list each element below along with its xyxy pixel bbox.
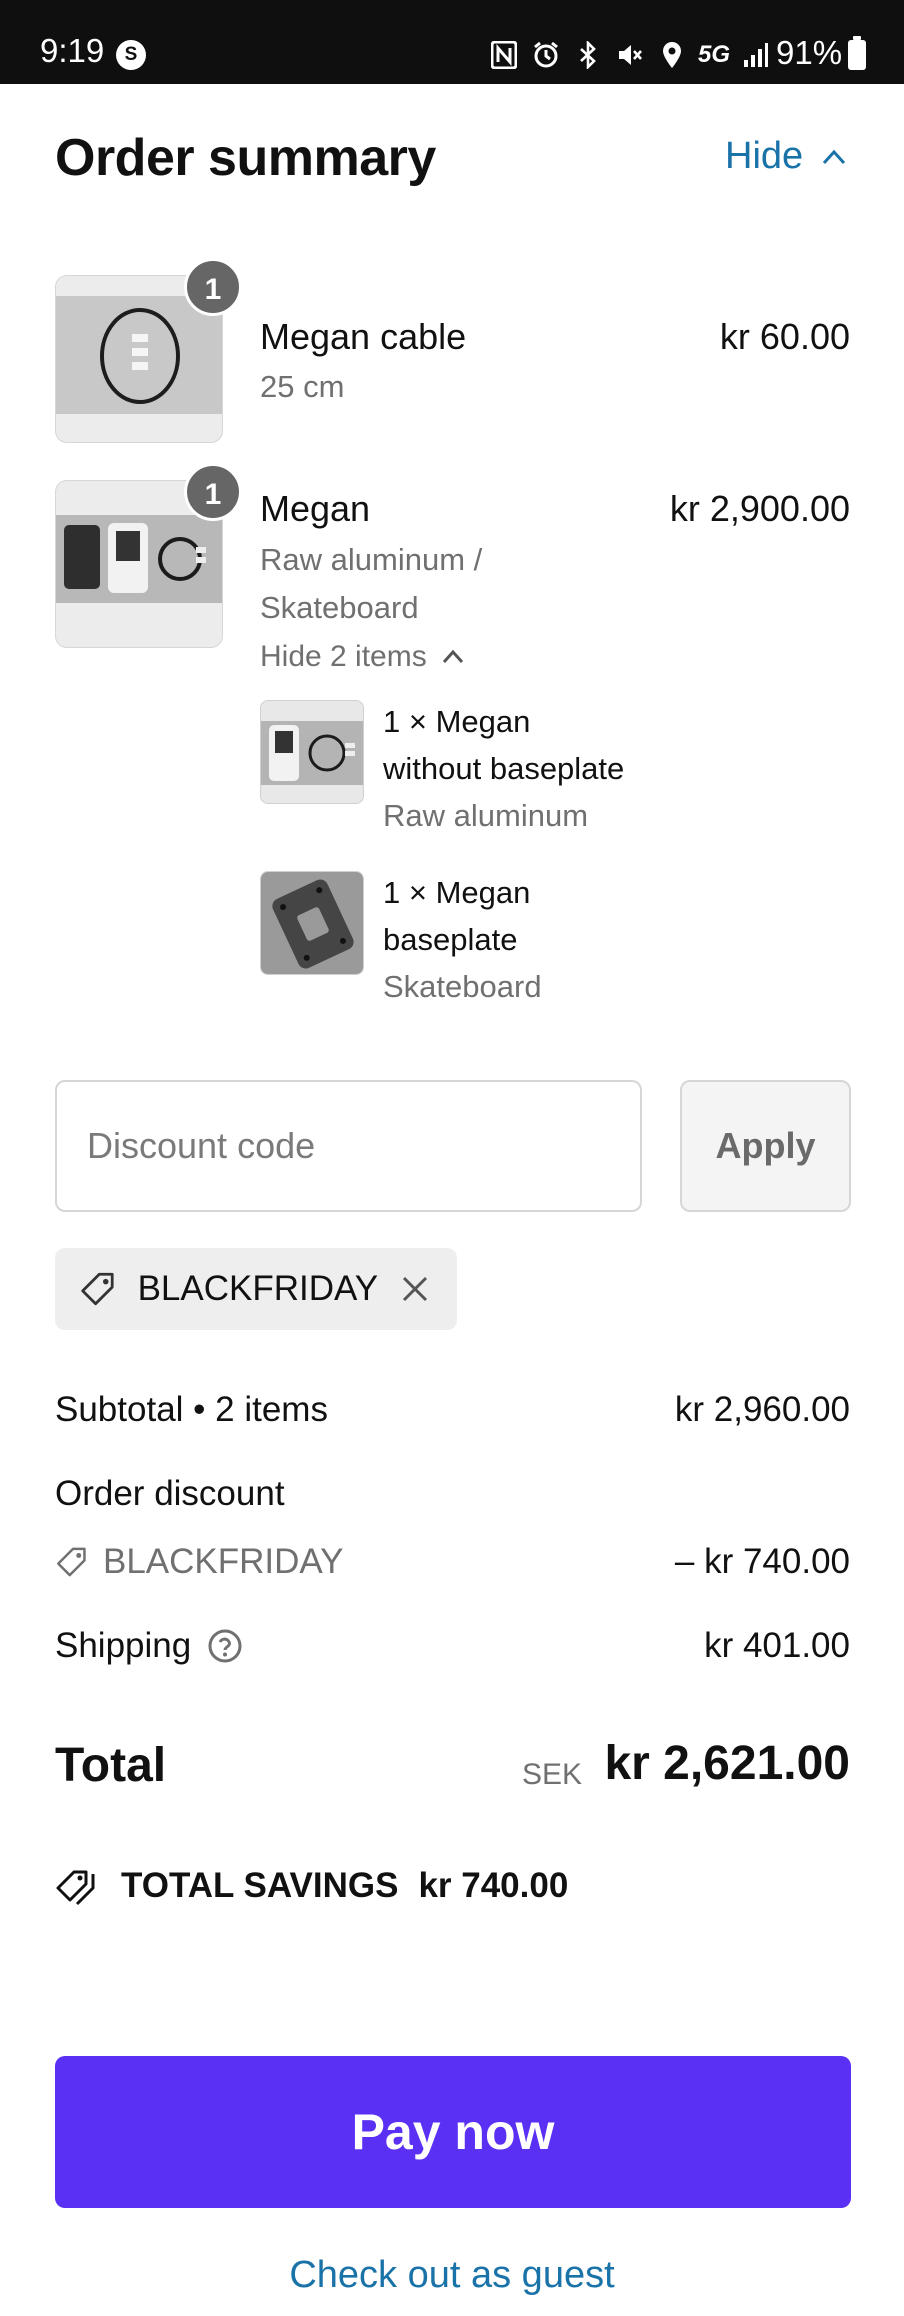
total-savings: TOTAL SAVINGS kr 740.00 xyxy=(55,1866,568,1906)
hide-summary-toggle[interactable]: Hide xyxy=(725,135,847,178)
chevron-up-icon xyxy=(823,149,846,164)
component-title-line2: without baseplate xyxy=(383,751,625,786)
signal-icon xyxy=(742,40,770,70)
applied-discount-code: BLACKFRIDAY xyxy=(137,1269,379,1308)
order-discount-value: – kr 740.00 xyxy=(674,1542,850,1581)
status-time: 9:19 xyxy=(40,32,105,69)
shipping-value: kr 401.00 xyxy=(704,1626,850,1665)
status-bar: 9:19 S 5G 91% xyxy=(0,0,904,84)
product-thumbnail-megan: 1 xyxy=(55,463,242,648)
help-icon[interactable] xyxy=(207,1628,243,1664)
item-variant: 25 cm xyxy=(260,369,345,404)
total-value: kr 2,621.00 xyxy=(604,1737,850,1790)
component-thumbnail-device xyxy=(260,700,364,804)
bundle-component: 1 × Megan baseplate Skateboard xyxy=(383,869,542,1010)
bluetooth-icon xyxy=(574,40,602,70)
device-component-image xyxy=(261,721,363,785)
tag-icon xyxy=(57,1547,86,1577)
component-variant: Raw aluminum xyxy=(383,798,589,833)
component-variant: Skateboard xyxy=(383,969,542,1004)
item-variant-line1: Raw aluminum / xyxy=(260,542,483,577)
subtotal-value: kr 2,960.00 xyxy=(674,1390,850,1429)
discount-code-input[interactable] xyxy=(55,1080,642,1212)
item-name: Megan xyxy=(260,488,371,529)
order-discount-code-text: BLACKFRIDAY xyxy=(103,1542,344,1581)
order-discount-code: BLACKFRIDAY xyxy=(55,1542,344,1582)
total-savings-value: kr 740.00 xyxy=(418,1866,569,1905)
item-price: kr 2,900.00 xyxy=(669,488,850,529)
order-discount-label: Order discount xyxy=(55,1474,285,1513)
checkout-as-guest-link[interactable]: Check out as guest xyxy=(0,2254,904,2297)
component-thumbnail-baseplate xyxy=(260,871,364,975)
hide-bundle-items-label: Hide 2 items xyxy=(260,640,427,673)
battery-percent: 91% xyxy=(776,34,843,71)
apply-discount-button[interactable]: Apply xyxy=(680,1080,851,1212)
product-thumbnail-cable: 1 xyxy=(55,258,242,443)
location-icon xyxy=(658,40,686,70)
item-variant-line2: Skateboard xyxy=(260,590,419,625)
total-savings-label: TOTAL SAVINGS xyxy=(121,1866,399,1905)
component-title-line1: 1 × Megan xyxy=(383,875,531,910)
subtotal-label: Subtotal • 2 items xyxy=(55,1390,328,1429)
item-name: Megan cable xyxy=(260,316,467,357)
item-price: kr 60.00 xyxy=(719,316,850,357)
quantity-badge: 1 xyxy=(184,258,242,316)
close-icon xyxy=(402,1276,427,1302)
hide-bundle-items-toggle[interactable]: Hide 2 items xyxy=(260,640,465,674)
app-notification-icon: S xyxy=(116,40,146,70)
component-title-line2: baseplate xyxy=(383,922,518,957)
hide-summary-label: Hide xyxy=(725,135,804,177)
shipping-label: Shipping xyxy=(55,1626,192,1665)
baseplate-component-image xyxy=(261,872,363,974)
chevron-up-icon xyxy=(442,649,463,664)
status-icons: 5G xyxy=(490,38,770,72)
nfc-icon xyxy=(490,40,518,70)
tag-icon xyxy=(81,1272,114,1306)
remove-discount-button[interactable] xyxy=(396,1269,433,1309)
total-currency: SEK xyxy=(522,1758,583,1791)
applied-discount-chip: BLACKFRIDAY xyxy=(55,1248,457,1330)
pay-now-button[interactable]: Pay now xyxy=(55,2056,851,2208)
battery-icon xyxy=(848,36,866,70)
total-label: Total xyxy=(55,1739,167,1792)
alarm-icon xyxy=(532,40,560,70)
bundle-component: 1 × Megan without baseplate Raw aluminum xyxy=(383,698,624,839)
tags-icon xyxy=(56,1870,95,1906)
network-type-label: 5G xyxy=(698,41,731,68)
shipping-row-label: Shipping xyxy=(55,1626,243,1666)
mute-icon xyxy=(616,40,644,70)
quantity-badge: 1 xyxy=(184,463,242,521)
component-title-line1: 1 × Megan xyxy=(383,704,531,739)
page-title: Order summary xyxy=(55,129,436,187)
